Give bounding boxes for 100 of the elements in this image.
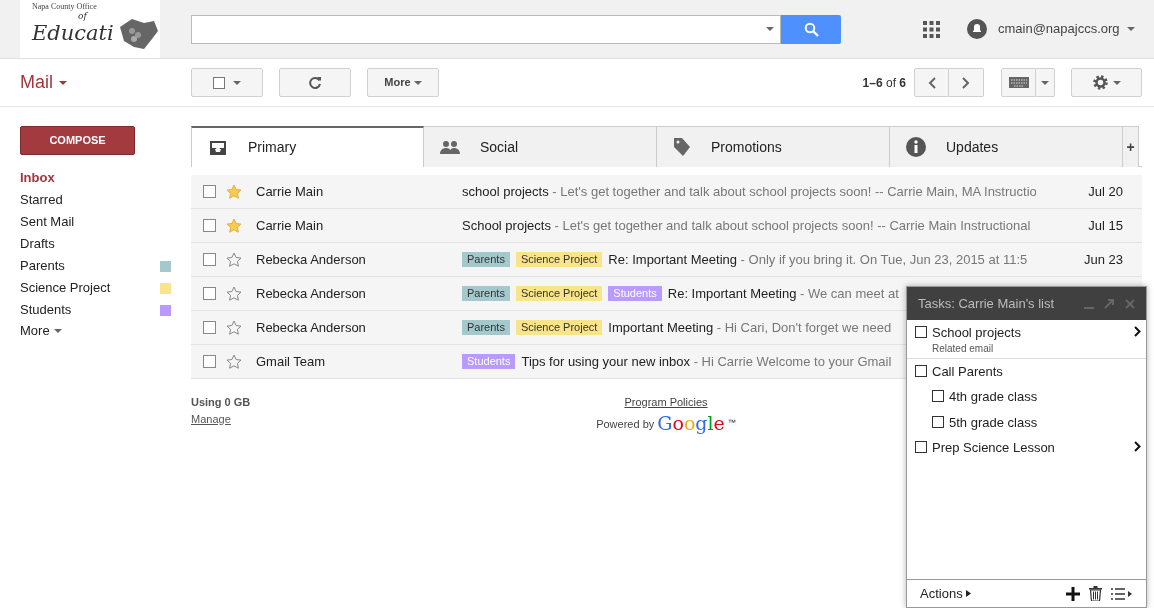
input-tools-dropdown[interactable]	[1036, 68, 1055, 97]
task-title: Call Parents	[932, 362, 1004, 381]
email-snippet: - Let's get together and talk about school projects soon! -- Carrie Main Instructional	[553, 217, 1031, 233]
caret-icon	[413, 80, 422, 85]
refresh-button[interactable]	[279, 68, 351, 97]
sidebar-item[interactable]: Drafts	[0, 233, 191, 255]
checkbox-icon	[213, 76, 225, 89]
caret-icon	[53, 329, 62, 333]
trash-icon[interactable]	[1089, 586, 1102, 601]
task-item[interactable]: Prep Science Lesson	[907, 435, 1146, 461]
search-field[interactable]	[191, 14, 781, 44]
sidebar-item[interactable]: Inbox	[0, 167, 191, 189]
task-checkbox[interactable]	[915, 364, 927, 377]
task-note: Related email	[932, 342, 995, 354]
label-tag: Science Project	[515, 252, 603, 267]
task-item[interactable]: 4th grade class	[907, 384, 1146, 410]
sidebar-item[interactable]: Starred	[0, 189, 191, 211]
star-icon[interactable]	[226, 251, 242, 268]
actions-menu[interactable]: Actions	[920, 583, 971, 604]
task-item[interactable]: 5th grade class	[907, 409, 1146, 435]
list-options-icon[interactable]	[1111, 587, 1133, 600]
star-icon[interactable]	[226, 319, 242, 336]
apps-grid-icon[interactable]	[923, 20, 940, 38]
tasks-title: Tasks: Carrie Main's list	[918, 294, 1055, 313]
manage-link[interactable]: Manage	[191, 410, 231, 427]
checkbox[interactable]	[203, 287, 216, 300]
checkbox[interactable]	[203, 185, 216, 198]
star-icon[interactable]	[226, 217, 242, 234]
sidebar-item[interactable]: Parents	[0, 255, 191, 277]
category-tab[interactable]: Promotions	[657, 126, 890, 167]
email-subject: school projects	[462, 183, 549, 199]
label-tag: Parents	[462, 286, 510, 301]
email-subject: Re: Important Meeting	[608, 251, 737, 267]
email-date: Jun 23	[1083, 250, 1123, 269]
tag-icon	[673, 137, 691, 157]
program-policies-link[interactable]: Program Policies	[624, 394, 708, 411]
label-tag: Parents	[462, 252, 510, 267]
checkbox[interactable]	[203, 321, 216, 334]
mail-menu[interactable]: Mail	[20, 69, 191, 96]
checkbox[interactable]	[203, 219, 216, 232]
sender-name: Rebecka Anderson	[256, 318, 367, 337]
task-checkbox[interactable]	[915, 326, 927, 338]
category-tab[interactable]: Updates	[890, 126, 1123, 167]
page-range: 1–6 of 6	[862, 74, 906, 92]
checkbox[interactable]	[203, 253, 216, 266]
notification-icon[interactable]	[967, 19, 987, 39]
email-snippet: - Hi Carrie Welcome to your Gmail	[692, 353, 892, 369]
email-subject: School projects	[462, 217, 551, 233]
select-button[interactable]	[191, 68, 263, 97]
google-logo: Google	[657, 412, 725, 433]
left-chevron-icon	[927, 76, 936, 89]
chevron-right-icon[interactable]	[1134, 326, 1141, 337]
caret-icon	[1041, 80, 1049, 85]
logo[interactable]: Napa County Office of Educati	[20, 0, 160, 58]
email-snippet: - We can meet at	[799, 285, 899, 301]
sender-name: Rebecka Anderson	[256, 284, 367, 303]
checkbox[interactable]	[203, 355, 216, 368]
right-chevron-icon	[962, 76, 970, 89]
email-row[interactable]: Carrie Main school projects - Let's get together and talk about school projects soon! -- Carrie Main, MA Instructio Jul 20	[191, 175, 1142, 209]
sidebar-item[interactable]: Sent Mail	[0, 211, 191, 233]
caret-icon	[1126, 27, 1135, 31]
sender-name: Gmail Team	[256, 352, 327, 371]
category-tab[interactable]: Primary	[191, 126, 424, 167]
trademark-sign: ™	[727, 416, 736, 429]
keyboard-icon	[1008, 77, 1029, 88]
search-button[interactable]	[781, 14, 841, 44]
task-checkbox[interactable]	[932, 415, 944, 428]
compose-button[interactable]: COMPOSE	[20, 126, 135, 155]
task-checkbox[interactable]	[932, 390, 944, 402]
label-tag: Science Project	[515, 320, 603, 335]
email-snippet: - Only if you bring it. On Tue, Jun 23, 2015 at 11:5	[739, 251, 1028, 267]
email-row[interactable]: Rebecka Anderson Parents Science Project Re: Important Meeting - Only if you bring it. On Tue, Jun 23, 2015 at 11:5 Jun 23	[191, 243, 1142, 277]
logo-text: Educati	[32, 21, 114, 45]
logo-text: Napa County Office	[32, 2, 97, 11]
task-checkbox[interactable]	[915, 441, 927, 453]
settings-icon	[1092, 74, 1109, 91]
add-icon[interactable]	[1066, 586, 1080, 601]
account-menu[interactable]: cmain@napajccs.org	[998, 19, 1135, 39]
star-icon[interactable]	[226, 285, 242, 302]
task-item[interactable]: School projects Related email	[907, 320, 1146, 359]
caret-icon	[766, 27, 774, 31]
label-tag: Science Project	[515, 286, 603, 301]
more-button[interactable]: More	[367, 68, 439, 97]
email-date: Jul 15	[1088, 216, 1123, 235]
sidebar-item[interactable]: Science Project	[0, 277, 191, 299]
chevron-right-icon[interactable]	[1134, 441, 1141, 452]
previous-button[interactable]	[914, 68, 949, 97]
more-link[interactable]: More	[20, 321, 191, 341]
next-button[interactable]	[949, 68, 984, 97]
email-row[interactable]: Carrie Main School projects - Let's get together and talk about school projects soon! -- Carrie Main Instructional Jul 15	[191, 209, 1142, 243]
add-tab-button[interactable]: +	[1123, 126, 1139, 167]
star-icon[interactable]	[226, 183, 242, 200]
settings-button[interactable]	[1071, 68, 1142, 97]
caret-icon	[1113, 80, 1121, 85]
sidebar-item[interactable]: Students	[0, 299, 191, 321]
category-tab[interactable]: Social	[424, 126, 657, 167]
caret-icon	[59, 80, 67, 85]
star-icon[interactable]	[226, 353, 242, 370]
input-tools-button[interactable]	[1001, 68, 1036, 97]
email-subject: Important Meeting	[608, 319, 714, 335]
